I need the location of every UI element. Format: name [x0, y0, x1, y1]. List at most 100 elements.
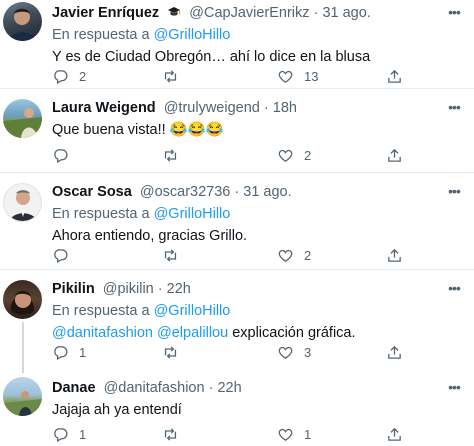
more-icon[interactable]: •••: [444, 100, 464, 121]
like-icon: [278, 70, 293, 83]
action-bar: 2 13: [52, 66, 474, 86]
tweet[interactable]: Oscar Sosa @oscar32736 · 31 ago. En resp…: [0, 173, 474, 270]
like-icon: [278, 149, 293, 162]
reply-label: En respuesta a: [52, 27, 150, 43]
reply-count: 1: [79, 344, 87, 360]
retweet-button[interactable]: [162, 424, 189, 444]
reply-context: En respuesta a @GrilloHillo: [52, 26, 466, 45]
author-name[interactable]: Oscar Sosa: [52, 184, 132, 200]
author-name[interactable]: Laura Weigend: [52, 100, 156, 116]
reply-button[interactable]: 2: [52, 66, 86, 86]
share-button[interactable]: [386, 342, 403, 362]
share-icon: [388, 427, 401, 441]
reply-icon: [54, 148, 68, 163]
more-icon[interactable]: •••: [444, 281, 464, 302]
author-handle[interactable]: @trulyweigend: [164, 100, 260, 116]
share-button[interactable]: [386, 66, 403, 86]
share-icon: [388, 248, 401, 262]
share-icon: [388, 345, 401, 359]
share-button[interactable]: [386, 245, 403, 265]
like-icon: [278, 428, 293, 441]
tweet[interactable]: Pikilin @pikilin · 22h En respuesta a @G…: [0, 270, 474, 373]
tweet-text: Ahora entiendo, gracias Grillo.: [52, 228, 248, 244]
thread-connector: [22, 322, 24, 373]
reply-icon: [54, 427, 68, 442]
reply-icon: [54, 248, 68, 263]
author-handle[interactable]: @oscar32736: [140, 184, 231, 200]
like-button[interactable]: 1: [277, 424, 311, 444]
share-icon: [388, 69, 401, 83]
avatar[interactable]: [3, 2, 42, 41]
like-button[interactable]: 3: [277, 342, 311, 362]
reply-context: En respuesta a @GrilloHillo: [52, 302, 466, 321]
reply-icon: [54, 345, 68, 360]
author-name[interactable]: Javier Enríquez: [52, 5, 159, 21]
author-handle[interactable]: @pikilin: [103, 281, 154, 297]
mention-link[interactable]: @elpalillou: [157, 325, 228, 341]
tweet[interactable]: Javier Enríquez @CapJavierEnrikz · 31 ag…: [0, 0, 474, 89]
reply-button[interactable]: [52, 145, 79, 165]
reply-icon: [54, 69, 68, 84]
reply-label: En respuesta a: [52, 303, 150, 319]
avatar[interactable]: [3, 377, 42, 416]
retweet-icon: [164, 345, 177, 359]
mention-link[interactable]: @danitafashion: [52, 325, 153, 341]
avatar-photo: [9, 8, 36, 41]
separator-dot: ·: [234, 184, 240, 200]
tweet[interactable]: Laura Weigend @trulyweigend · 18h Que bu…: [0, 89, 474, 173]
like-count: 2: [304, 147, 312, 163]
action-bar: 2: [52, 245, 474, 265]
like-button[interactable]: 2: [277, 145, 311, 165]
tweet[interactable]: Danae @danitafashion · 22h Jajaja ah ya …: [0, 373, 474, 446]
tweet-text: Que buena vista!! 😂😂😂: [52, 122, 224, 138]
retweet-icon: [164, 69, 177, 83]
author-handle[interactable]: @CapJavierEnrikz: [189, 5, 309, 21]
share-button[interactable]: [386, 424, 403, 444]
reply-label: En respuesta a: [52, 206, 150, 222]
avatar-photo: [3, 391, 42, 416]
tweet-text: explicación gráfica.: [232, 325, 356, 341]
reply-button[interactable]: 1: [52, 342, 86, 362]
timestamp[interactable]: 31 ago.: [243, 184, 291, 200]
reply-context: En respuesta a @GrilloHillo: [52, 205, 466, 224]
action-bar: 2: [52, 145, 474, 165]
like-count: 1: [304, 426, 312, 442]
graduation-cap-icon: [167, 5, 181, 19]
author-name[interactable]: Pikilin: [52, 281, 95, 297]
tweet-text-container: @danitafashion @elpalillou explicación g…: [52, 324, 466, 343]
avatar-photo: [9, 190, 38, 221]
author-handle[interactable]: @danitafashion: [104, 380, 205, 396]
avatar[interactable]: [3, 280, 42, 319]
like-count: 13: [304, 68, 319, 84]
reply-mention[interactable]: @GrilloHillo: [154, 303, 231, 319]
avatar[interactable]: [3, 99, 42, 138]
separator-dot: ·: [313, 5, 319, 21]
timestamp[interactable]: 22h: [167, 281, 191, 297]
reply-button[interactable]: 1: [52, 424, 86, 444]
reply-button[interactable]: [52, 245, 79, 265]
like-icon: [278, 249, 293, 262]
separator-dot: ·: [157, 281, 163, 297]
retweet-button[interactable]: [162, 245, 189, 265]
like-count: 2: [304, 247, 312, 263]
avatar-photo: [3, 108, 42, 138]
like-button[interactable]: 2: [277, 245, 311, 265]
retweet-button[interactable]: [162, 342, 189, 362]
avatar[interactable]: [3, 183, 42, 222]
action-bar: 1 1: [52, 424, 474, 444]
timestamp[interactable]: 18h: [273, 100, 297, 116]
retweet-button[interactable]: [162, 145, 189, 165]
retweet-button[interactable]: [162, 66, 189, 86]
author-name[interactable]: Danae: [52, 380, 96, 396]
share-button[interactable]: [386, 145, 403, 165]
timestamp[interactable]: 31 ago.: [322, 5, 370, 21]
retweet-icon: [164, 148, 177, 162]
timestamp[interactable]: 22h: [217, 380, 241, 396]
like-button[interactable]: 13: [277, 66, 318, 86]
more-icon[interactable]: •••: [444, 5, 464, 26]
tweet-text: Jajaja ah ya entendí: [52, 402, 182, 418]
reply-mention[interactable]: @GrilloHillo: [154, 206, 231, 222]
more-icon[interactable]: •••: [444, 380, 464, 401]
reply-mention[interactable]: @GrilloHillo: [154, 27, 231, 43]
more-icon[interactable]: •••: [444, 184, 464, 205]
